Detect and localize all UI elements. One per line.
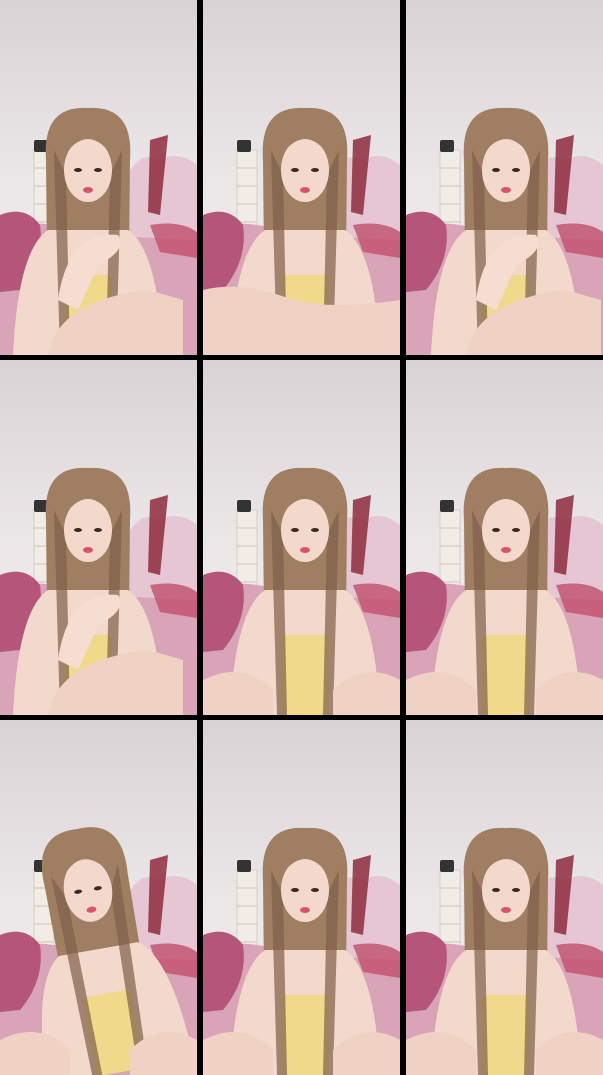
- lips: [300, 187, 310, 193]
- yellow-top: [482, 995, 530, 1075]
- shelf: [439, 869, 461, 949]
- lips: [501, 187, 511, 193]
- bag-on-shelf: [237, 140, 251, 152]
- left-eye: [492, 528, 500, 532]
- video-frame-7[interactable]: [0, 720, 197, 1075]
- frame-grid: [0, 0, 603, 1075]
- video-frame-3[interactable]: [406, 0, 603, 355]
- lips: [83, 187, 93, 193]
- video-frame-2[interactable]: [203, 0, 400, 355]
- shelf: [236, 149, 258, 229]
- left-eye: [291, 168, 299, 172]
- right-eye: [94, 528, 102, 532]
- left-eye: [291, 888, 299, 892]
- left-eye: [492, 168, 500, 172]
- right-eye: [512, 168, 520, 172]
- yellow-top: [281, 995, 329, 1075]
- left-eye: [74, 168, 82, 172]
- right-eye: [311, 528, 319, 532]
- shelf: [236, 509, 258, 589]
- bag-on-shelf: [440, 140, 454, 152]
- yellow-top: [281, 635, 329, 715]
- left-eye: [74, 528, 82, 532]
- bag-on-shelf: [237, 500, 251, 512]
- shelf: [439, 149, 461, 229]
- left-eye: [492, 888, 500, 892]
- shelf: [236, 869, 258, 949]
- lips: [83, 547, 93, 553]
- right-eye: [311, 168, 319, 172]
- lips: [501, 907, 511, 913]
- right-eye: [512, 528, 520, 532]
- video-frame-9[interactable]: [406, 720, 603, 1075]
- video-frame-6[interactable]: [406, 360, 603, 715]
- left-eye: [291, 528, 299, 532]
- video-frame-4[interactable]: [0, 360, 197, 715]
- lips: [300, 547, 310, 553]
- right-eye: [512, 888, 520, 892]
- video-frame-5[interactable]: [203, 360, 400, 715]
- yellow-top: [482, 635, 530, 715]
- lips: [300, 907, 310, 913]
- lips: [501, 547, 511, 553]
- video-frame-1[interactable]: [0, 0, 197, 355]
- right-eye: [94, 168, 102, 172]
- video-frame-8[interactable]: [203, 720, 400, 1075]
- right-eye: [311, 888, 319, 892]
- bag-on-shelf: [237, 860, 251, 872]
- bag-on-shelf: [440, 860, 454, 872]
- shelf: [439, 509, 461, 589]
- bag-on-shelf: [440, 500, 454, 512]
